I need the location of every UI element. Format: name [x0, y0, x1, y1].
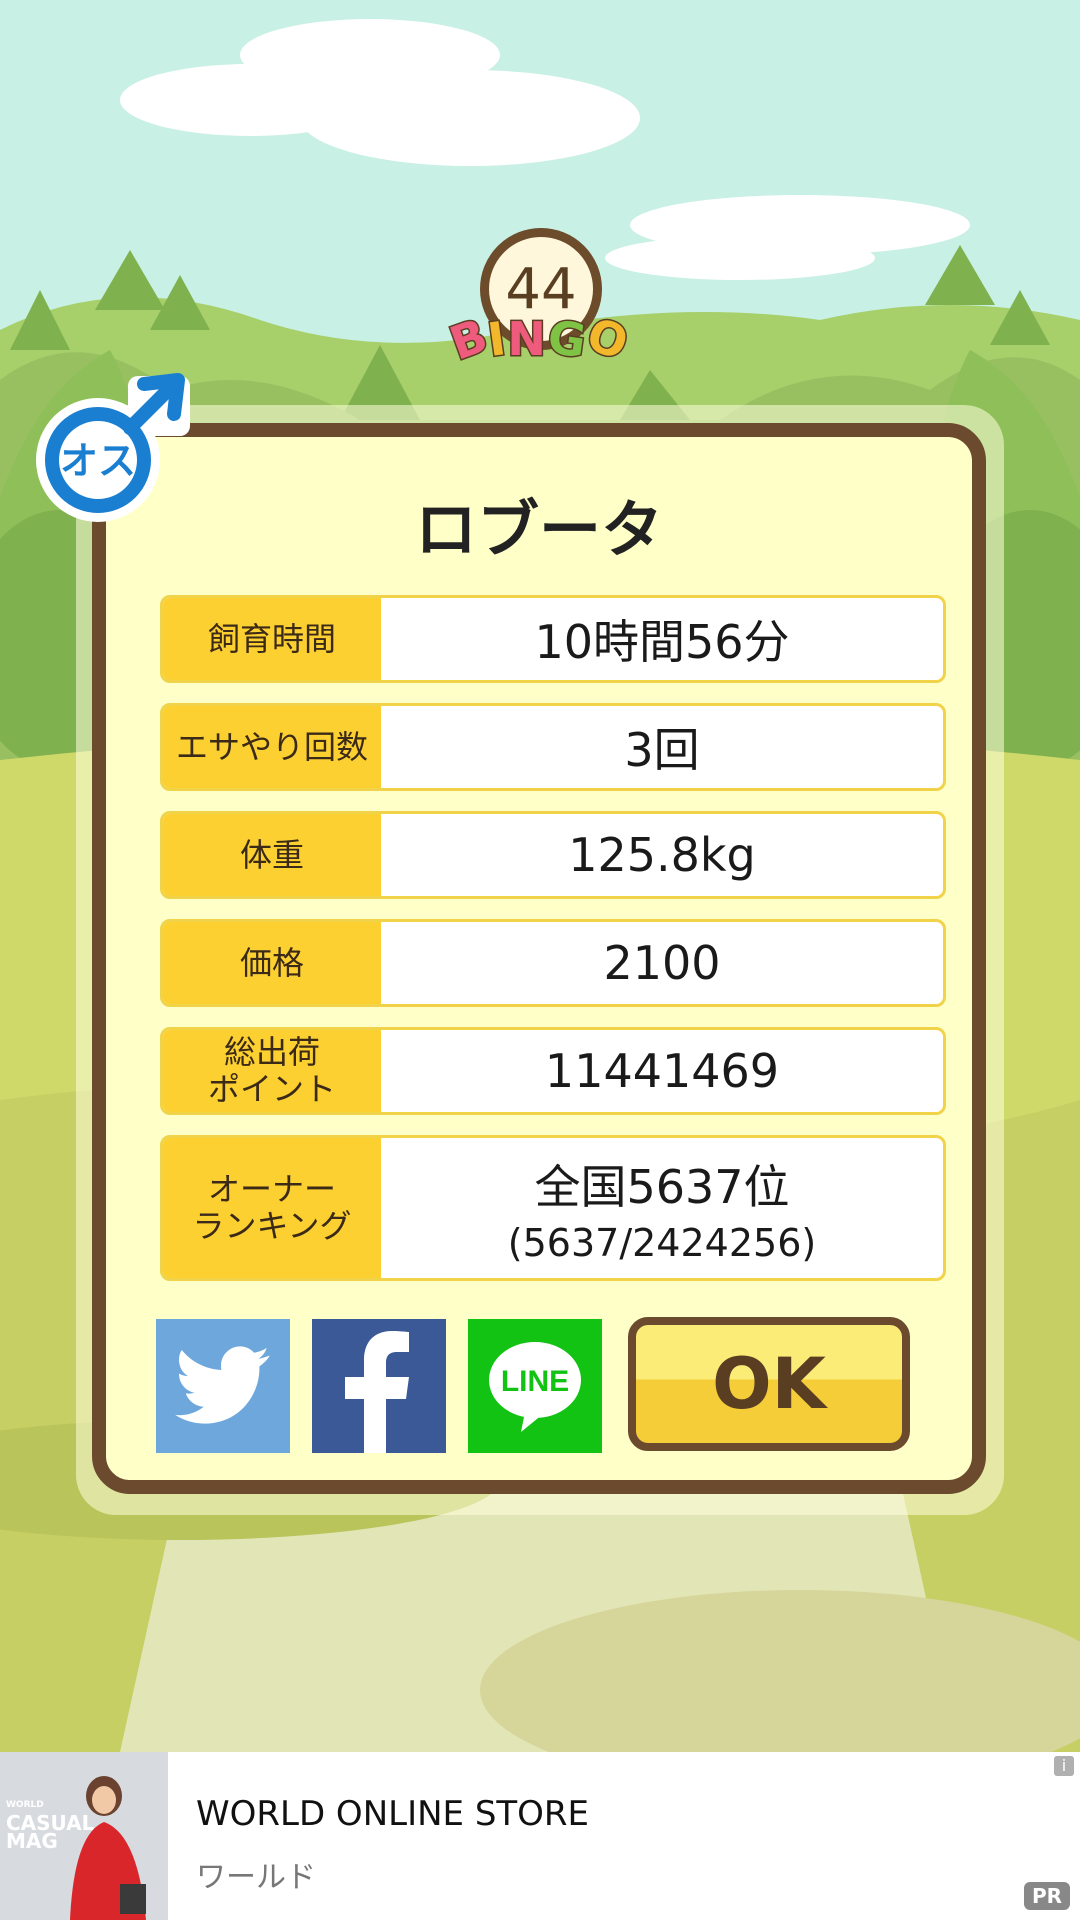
stat-value: 125.8kg — [568, 828, 756, 882]
stat-label: 価格 — [163, 922, 381, 1004]
male-symbol-icon: オス — [36, 373, 190, 522]
line-share-button[interactable]: LINE — [468, 1319, 602, 1453]
bingo-letter: G — [543, 308, 593, 370]
facebook-f-icon — [345, 1331, 409, 1453]
svg-text:オス: オス — [60, 439, 136, 483]
ad-subtitle: ワールド — [196, 1860, 316, 1895]
stat-label: エサやり回数 — [163, 706, 381, 788]
stat-row-weight: 体重 125.8kg — [160, 811, 946, 899]
stat-label: オーナー ランキング — [163, 1138, 381, 1278]
stat-row-shipment-points: 総出荷 ポイント 11441469 — [160, 1027, 946, 1115]
twitter-share-button[interactable] — [156, 1319, 290, 1453]
line-logo-icon: LINE — [489, 1342, 581, 1432]
facebook-share-button[interactable] — [312, 1319, 446, 1453]
stat-row-breeding-time: 飼育時間 10時間56分 — [160, 595, 946, 683]
stat-row-price: 価格 2100 — [160, 919, 946, 1007]
stat-label: 総出荷 ポイント — [163, 1030, 381, 1112]
gender-badge: オス — [36, 370, 196, 530]
stat-value: 10時間56分 — [534, 615, 790, 669]
ad-image[interactable]: WORLD CASUAL MAG — [0, 1752, 168, 1920]
stat-value: 3回 — [624, 723, 700, 777]
twitter-bird-icon — [175, 1346, 270, 1424]
ranking-detail: (5637/2424256) — [507, 1221, 817, 1265]
stat-value: 2100 — [603, 936, 721, 990]
bingo-letter: N — [506, 311, 548, 368]
stat-value: 全国5637位 (5637/2424256) — [381, 1138, 943, 1278]
ad-pr-badge: PR — [1023, 1882, 1070, 1910]
pig-name-title: ロブータ — [414, 493, 663, 566]
ad-banner[interactable]: WORLD CASUAL MAG WORLD ONLINE STORE ワールド… — [0, 1752, 1080, 1920]
svg-text:LINE: LINE — [501, 1365, 569, 1398]
ad-info-icon[interactable]: i — [1054, 1756, 1074, 1776]
stat-row-feeding-count: エサやり回数 3回 — [160, 703, 946, 791]
ok-button[interactable]: OK — [628, 1317, 910, 1451]
bingo-badge: 44 BINGO — [442, 228, 639, 388]
ad-title[interactable]: WORLD ONLINE STORE — [196, 1794, 589, 1834]
stat-label: 飼育時間 — [163, 598, 381, 680]
status-dialog: ロブータ 飼育時間 10時間56分 エサやり回数 3回 体重 125.8kg 価… — [92, 423, 986, 1494]
ad-model-photo — [70, 1776, 146, 1920]
ranking-main: 全国5637位 — [534, 1160, 790, 1214]
stat-label: 体重 — [163, 814, 381, 896]
stat-value: 11441469 — [544, 1044, 780, 1098]
stat-row-owner-ranking: オーナー ランキング 全国5637位 (5637/2424256) — [160, 1135, 946, 1281]
bingo-word: BINGO — [442, 305, 639, 373]
